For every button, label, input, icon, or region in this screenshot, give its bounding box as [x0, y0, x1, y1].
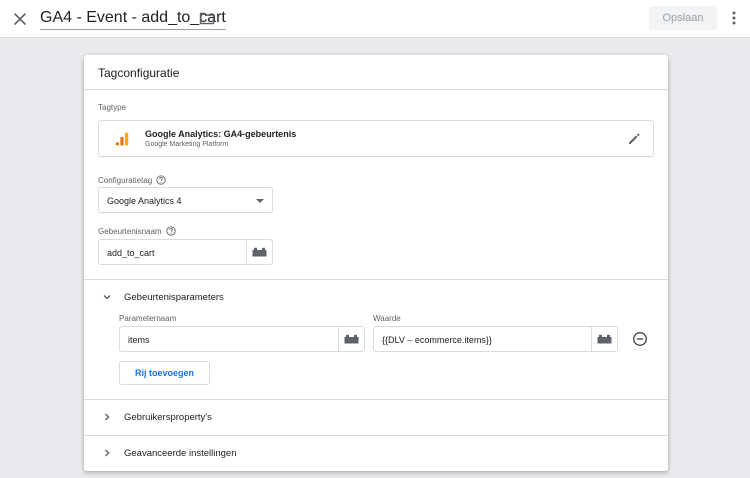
- param-name-value: items: [128, 335, 150, 345]
- variable-picker-icon[interactable]: [338, 327, 364, 351]
- event-params-title: Gebeurtenisparameters: [124, 291, 224, 303]
- divider: [84, 399, 668, 400]
- tagtype-platform: Google Marketing Platform: [145, 141, 229, 148]
- close-icon[interactable]: [10, 9, 30, 29]
- param-name-input[interactable]: items: [119, 326, 365, 352]
- remove-row-icon[interactable]: [632, 331, 648, 347]
- user-properties-section-toggle[interactable]: Gebruikersproperty's: [98, 407, 654, 427]
- param-value-input[interactable]: {{DLV – ecommerce.items}}: [373, 326, 618, 352]
- param-name-label: Parameternaam: [119, 314, 176, 323]
- add-row-button[interactable]: Rij toevoegen: [119, 361, 210, 385]
- save-button[interactable]: Opslaan: [649, 6, 717, 30]
- more-vert-icon[interactable]: [727, 8, 741, 28]
- folder-icon[interactable]: [198, 9, 216, 27]
- divider: [84, 279, 668, 280]
- chevron-down-icon: [103, 295, 111, 300]
- param-value-value: {{DLV – ecommerce.items}}: [382, 335, 492, 345]
- config-tag-select[interactable]: Google Analytics 4: [98, 187, 273, 213]
- variable-picker-icon[interactable]: [591, 327, 617, 351]
- google-analytics-logo-icon: [115, 132, 129, 146]
- param-value-label: Waarde: [373, 314, 401, 323]
- help-icon[interactable]: [156, 175, 166, 185]
- variable-picker-icon[interactable]: [246, 240, 272, 264]
- chevron-right-icon: [105, 413, 110, 421]
- event-name-input[interactable]: add_to_cart: [98, 239, 273, 265]
- tag-configuration-card: Tagconfiguratie Tagtype Google Analytics…: [84, 55, 668, 471]
- advanced-settings-section-toggle[interactable]: Geavanceerde instellingen: [98, 443, 654, 463]
- tagtype-name: Google Analytics: GA4-gebeurtenis: [145, 129, 297, 139]
- config-tag-value: Google Analytics 4: [107, 196, 182, 206]
- event-name-label-text: Gebeurtenisnaam: [98, 226, 162, 236]
- param-value-label-text: Waarde: [373, 314, 401, 323]
- param-name-label-text: Parameternaam: [119, 314, 177, 323]
- help-icon[interactable]: [165, 226, 176, 236]
- config-tag-label: Configuratietag: [98, 175, 166, 185]
- top-bar: GA4 - Event - add_to_cart Opslaan: [0, 0, 750, 38]
- chevron-right-icon: [105, 449, 110, 457]
- tagtype-label-text: Tagtype: [98, 103, 127, 112]
- event-name-label: Gebeurtenisnaam: [98, 226, 176, 236]
- divider: [84, 435, 668, 436]
- card-header: Tagconfiguratie: [84, 55, 668, 90]
- dropdown-caret-icon: [256, 199, 264, 203]
- tagtype-label: Tagtype: [98, 103, 126, 112]
- config-tag-label-text: Configuratietag: [98, 175, 153, 185]
- advanced-settings-title: Geavanceerde instellingen: [124, 447, 237, 459]
- user-properties-title: Gebruikersproperty's: [124, 411, 212, 423]
- edit-pencil-icon[interactable]: [627, 132, 641, 146]
- card-title: Tagconfiguratie: [98, 66, 180, 80]
- event-name-value: add_to_cart: [107, 248, 155, 258]
- event-params-section-toggle[interactable]: Gebeurtenisparameters: [98, 287, 654, 307]
- tagtype-selector[interactable]: Google Analytics: GA4-gebeurtenis Google…: [98, 120, 654, 157]
